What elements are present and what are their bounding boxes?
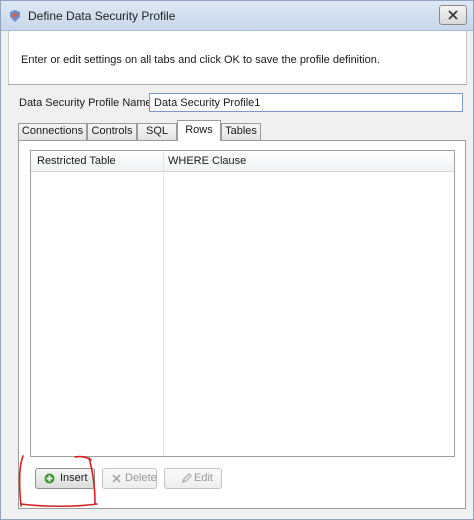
insert-button-label: Insert <box>60 472 88 484</box>
header-divider <box>8 84 467 85</box>
rows-tab-panel: Restricted Table WHERE Clause Insert Del… <box>18 140 466 509</box>
tab-tables[interactable]: Tables <box>221 123 261 140</box>
edit-button[interactable]: Edit <box>164 468 222 489</box>
close-icon <box>448 10 458 20</box>
insert-button[interactable]: Insert <box>35 468 95 489</box>
delete-icon <box>112 474 121 483</box>
restricted-rows-table[interactable]: Restricted Table WHERE Clause <box>30 150 455 457</box>
profile-name-label: Data Security Profile Name <box>19 97 152 109</box>
column-divider <box>163 151 164 456</box>
delete-button[interactable]: Delete <box>102 468 157 489</box>
column-header-restricted-table[interactable]: Restricted Table <box>37 155 116 167</box>
tab-rows[interactable]: Rows <box>177 120 221 141</box>
close-button[interactable] <box>439 5 467 25</box>
tab-connections[interactable]: Connections <box>18 123 87 140</box>
edit-button-label: Edit <box>194 472 213 484</box>
profile-name-input[interactable] <box>149 93 463 112</box>
instruction-text: Enter or edit settings on all tabs and c… <box>21 54 380 66</box>
instruction-panel: Enter or edit settings on all tabs and c… <box>8 31 467 84</box>
dialog-window: Define Data Security Profile Enter or ed… <box>0 0 474 520</box>
column-header-where-clause[interactable]: WHERE Clause <box>168 155 246 167</box>
pencil-icon <box>182 473 192 483</box>
table-header: Restricted Table WHERE Clause <box>31 151 454 172</box>
tab-sql[interactable]: SQL <box>137 123 177 140</box>
window-title: Define Data Security Profile <box>28 9 176 23</box>
plus-icon <box>44 473 55 484</box>
title-bar[interactable]: Define Data Security Profile <box>1 1 473 31</box>
tab-controls[interactable]: Controls <box>87 123 137 140</box>
app-icon <box>10 10 20 22</box>
delete-button-label: Delete <box>125 472 157 484</box>
